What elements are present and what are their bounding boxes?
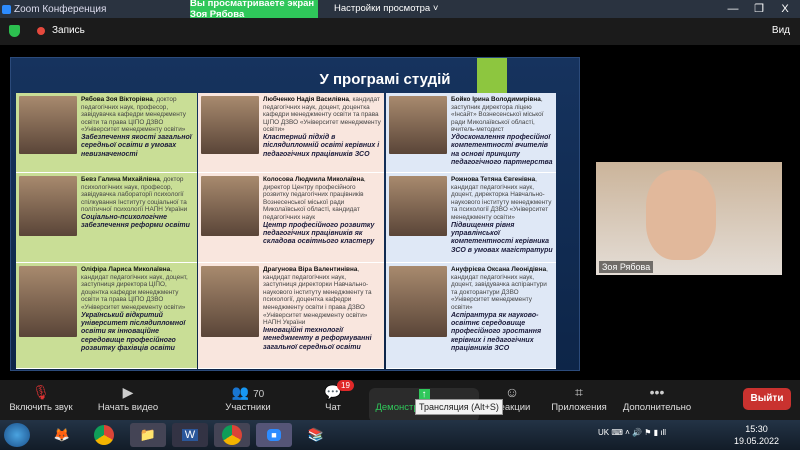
recording-indicator[interactable]: Запись	[52, 25, 85, 36]
speaker-card: Рожнова Тетяна Євгенівна, кандидат педаг…	[386, 173, 556, 263]
speaker-bio: , кандидат педагогічних наук, доцент, за…	[81, 266, 188, 311]
speaker-bio: , кандидат педагогічних наук, заступниця…	[263, 266, 372, 327]
restore-button[interactable]: ❐	[746, 0, 772, 18]
speaker-bio: , директор Центру професійного розвитку …	[263, 176, 366, 221]
winrar-icon[interactable]: 📚	[298, 423, 334, 447]
speaker-card: Рябова Зоя Вікторівна, доктор педагогічн…	[16, 93, 197, 173]
speaker-bio: , кандидат педагогічних наук, доцент, за…	[451, 266, 548, 311]
clock-time: 15:30	[745, 424, 768, 434]
speaker-photo	[201, 266, 259, 338]
close-button[interactable]: X	[772, 0, 798, 18]
apps-button[interactable]: ⌗ Приложения	[548, 384, 610, 413]
speaker-name: Бойко Ірина Володимирівна	[451, 96, 541, 103]
speaker-photo	[19, 96, 77, 154]
speaker-name: Ануфрієва Оксана Леонідівна	[451, 266, 547, 273]
speaker-photo	[389, 176, 447, 236]
speaker-topic: Кластерний підхід в післядипломній освіт…	[263, 133, 380, 158]
speaker-topic: Інноваційні технології менеджменту в реф…	[263, 326, 372, 351]
window-title: Zoom Конференция	[14, 3, 107, 15]
participants-label: Участники	[225, 402, 271, 413]
minimize-button[interactable]: —	[720, 0, 746, 18]
chat-label: Чат	[325, 402, 341, 413]
apps-icon: ⌗	[575, 384, 583, 400]
clock-date: 19.05.2022	[734, 436, 780, 446]
screen-share-banner: Вы просматриваете экран Зоя Рябова	[190, 0, 318, 20]
view-button[interactable]: Вид	[772, 25, 790, 36]
speaker-column: Рябова Зоя Вікторівна, доктор педагогічн…	[16, 93, 197, 369]
more-icon: •••	[649, 384, 665, 400]
zoom-icon	[2, 4, 11, 14]
speaker-name: Рябова Зоя Вікторівна	[81, 96, 153, 103]
speaker-photo	[389, 96, 447, 154]
speaker-photo	[19, 266, 77, 338]
speaker-bio: , кандидат педагогічних наук, доцент, ди…	[451, 176, 552, 221]
speaker-topic: Підвищення рівня управлінської компетент…	[451, 221, 553, 254]
start-video-label: Начать видео	[97, 402, 159, 413]
speaker-card: Бевз Галина Михайлівна, доктор психологі…	[16, 173, 197, 263]
windows-taskbar: 🦊 📁 W ■ 📚 UK ⌨ ˄ 🔊 ⚑ ▮ ıll 15:30 19.05.20…	[0, 420, 800, 450]
speaker-card: Бойко Ірина Володимирівна, заступник дир…	[386, 93, 556, 173]
meeting-top-bar: Запись Вид	[0, 18, 800, 45]
security-shield-icon[interactable]	[9, 25, 20, 37]
participant-face	[646, 170, 716, 260]
file-explorer-icon[interactable]: 📁	[130, 423, 166, 447]
record-icon	[37, 27, 45, 35]
speaker-name: Рожнова Тетяна Євгенівна	[451, 176, 536, 183]
share-tooltip: Трансляция (Alt+S)	[415, 399, 503, 415]
participant-name: Зоя Рябова	[599, 261, 654, 273]
speaker-name: Колосова Людмила Миколаївна	[263, 176, 364, 183]
unmute-label: Включить звук	[9, 402, 73, 413]
language-indicator[interactable]: UK	[598, 428, 609, 437]
speaker-topic: Забезпечення якості загальної середньої …	[81, 133, 192, 158]
zoom-taskbar-icon[interactable]: ■	[256, 423, 292, 447]
participants-icon: 👥 70	[231, 384, 265, 400]
speaker-photo	[19, 176, 77, 236]
speaker-name: Драгунова Віра Валентинівна	[263, 266, 358, 273]
more-button[interactable]: ••• Дополнительно	[620, 384, 694, 413]
shared-slide: У програмі студій Рябова Зоя Вікторівна,…	[10, 57, 580, 371]
participants-button[interactable]: 👥 70 Участники	[220, 384, 276, 413]
chrome-profile-icon[interactable]	[214, 423, 250, 447]
participants-count: 70	[253, 389, 265, 400]
video-off-icon: ▶	[122, 384, 134, 400]
speaker-topic: Центр професійного розвитку педагогічних…	[263, 221, 375, 246]
speaker-column: Бойко Ірина Володимирівна, заступник дир…	[386, 93, 556, 369]
speaker-name: Оліфіра Лариса Миколаївна	[81, 266, 171, 273]
speaker-card: Любченко Надія Василівна, кандидат педаг…	[198, 93, 384, 173]
muted-mic-icon: 🎙	[32, 384, 50, 400]
slide-title: У програмі студій	[319, 71, 451, 88]
view-settings-menu[interactable]: Настройки просмотра ˅	[334, 3, 438, 14]
participant-video[interactable]: Зоя Рябова	[596, 162, 782, 275]
speaker-photo	[389, 266, 447, 338]
chat-badge: 19	[337, 380, 354, 391]
unmute-button[interactable]: 🎙 Включить звук	[6, 384, 76, 413]
leave-button[interactable]: Выйти	[743, 388, 791, 410]
chrome-icon[interactable]	[86, 423, 122, 447]
meeting-toolbar: 🎙 Включить звук ▶ Начать видео 👥 70 Участни…	[0, 380, 800, 422]
speaker-topic: Аспірантура як науково-освітнє середовищ…	[451, 311, 542, 353]
speaker-photo	[201, 176, 259, 236]
system-tray: UK ⌨ ˄ 🔊 ⚑ ▮ ıll	[598, 428, 666, 437]
speaker-name: Любченко Надія Василівна	[263, 96, 349, 103]
speaker-column: Любченко Надія Василівна , кандидат педаг…	[198, 93, 384, 369]
speaker-topic: Удосконалення професійної компетентності…	[451, 133, 553, 167]
more-label: Дополнительно	[622, 402, 692, 413]
speaker-photo	[201, 96, 259, 154]
speaker-card: Оліфіра Лариса Миколаївна, кандидат педа…	[16, 263, 197, 369]
speaker-name: Бевз Галина Михайлівна	[81, 176, 160, 183]
clock[interactable]: 15:30 19.05.2022	[734, 423, 779, 447]
start-button[interactable]	[4, 423, 30, 447]
speaker-topic: Соціально-психологічне забезпечення рефо…	[81, 213, 190, 230]
speaker-card: Драгунова Віра Валентинівна, кандидат пе…	[198, 263, 384, 369]
start-video-button[interactable]: ▶ Начать видео	[92, 384, 164, 413]
speaker-card: Ануфрієва Оксана Леонідівна, кандидат пе…	[386, 263, 556, 369]
speaker-topic: Український відкритий університет післяд…	[81, 311, 186, 353]
speaker-card: Колосова Людмила Миколаївна, директор Це…	[198, 173, 384, 263]
apps-label: Приложения	[551, 402, 607, 413]
firefox-icon[interactable]: 🦊	[44, 423, 80, 447]
word-icon[interactable]: W	[172, 423, 208, 447]
